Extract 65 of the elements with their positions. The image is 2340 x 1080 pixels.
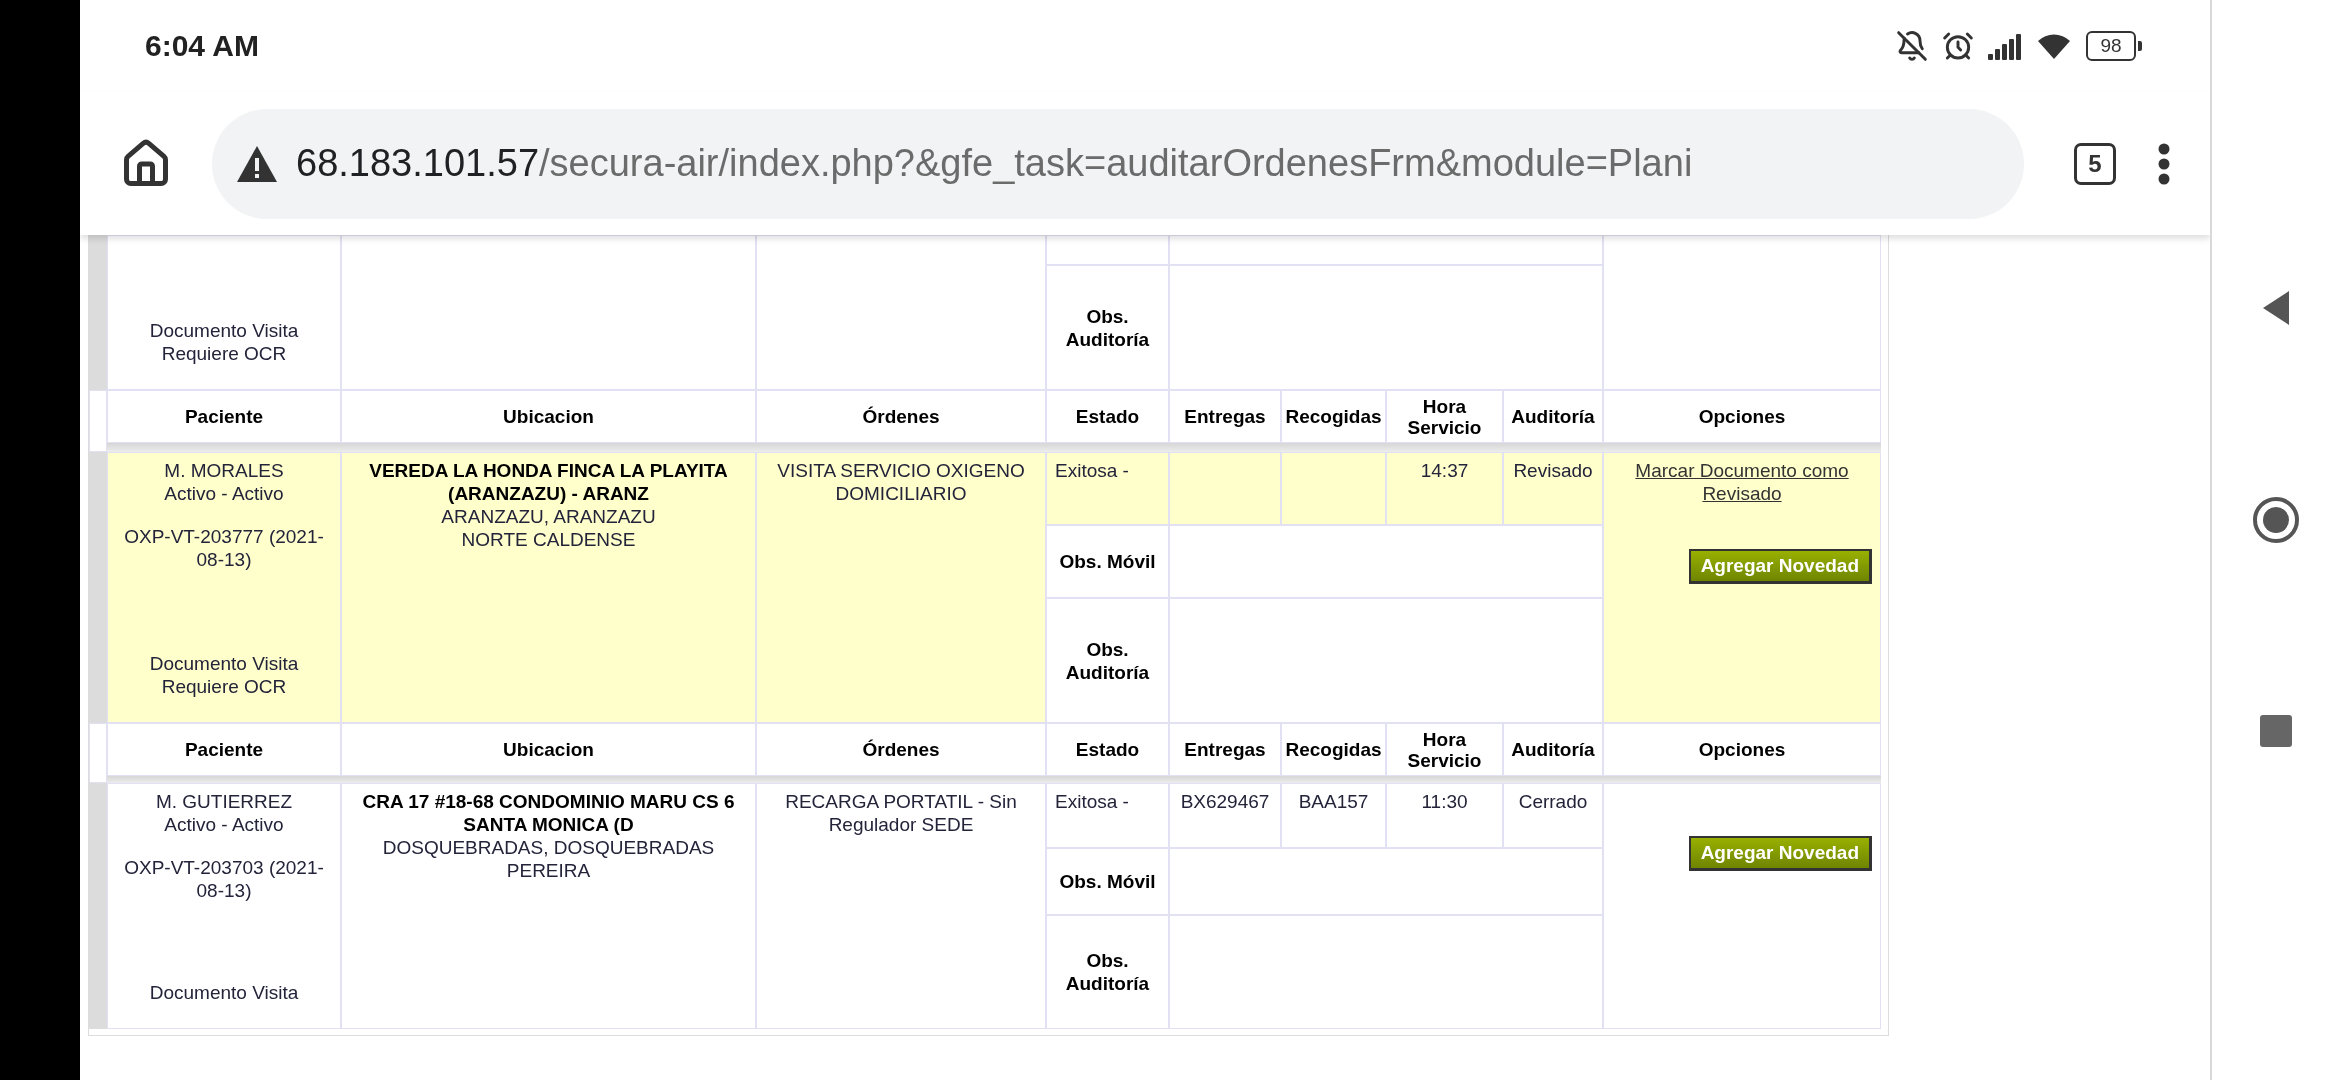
- mobile-notes-label: Obs. Móvil: [1046, 525, 1169, 598]
- tab-count-button[interactable]: 5: [2074, 142, 2116, 185]
- document-note: Documento Visita Requiere OCR: [148, 652, 300, 698]
- column-header: Opciones: [1603, 390, 1881, 443]
- audit-cell: Cerrado: [1503, 783, 1603, 848]
- column-header: Ubicacion: [341, 723, 756, 776]
- back-icon[interactable]: [2261, 290, 2291, 326]
- deliveries-cell: BX629467: [1169, 783, 1281, 848]
- menu-button[interactable]: [2158, 142, 2170, 185]
- document-note: Documento Visita Requiere OCR: [148, 319, 300, 365]
- status-cell: Exitosa -: [1046, 783, 1169, 848]
- clock-time: 6:04 AM: [145, 29, 259, 63]
- warning-icon: [236, 144, 278, 183]
- url-text: 68.183.101.57/secura-air/index.php?&gfe_task=auditarOrdenesFrm&module=Plani: [296, 142, 1693, 185]
- signal-icon: [1988, 32, 2022, 60]
- patient-status: Activo - Activo: [164, 813, 284, 836]
- city-text: DOSQUEBRADAS, DOSQUEBRADAS: [381, 836, 716, 859]
- order-id: OXP-VT-203703 (2021-08-13): [123, 856, 325, 902]
- muted-bell-icon: [1896, 30, 1928, 62]
- column-header: Órdenes: [756, 723, 1046, 776]
- column-header: Opciones: [1603, 723, 1881, 776]
- column-header: Entregas: [1169, 390, 1281, 443]
- audit-notes-label: Obs. Auditoría: [1046, 598, 1169, 723]
- column-header: Ubicacion: [341, 390, 756, 443]
- order-id: OXP-VT-203777 (2021-08-13): [123, 525, 325, 571]
- region-text: PEREIRA: [505, 859, 592, 882]
- column-header: Recogidas: [1281, 390, 1386, 443]
- patient-status: Activo - Activo: [164, 482, 284, 505]
- column-header: Paciente: [107, 390, 341, 443]
- city-text: ARANZAZU, ARANZAZU: [440, 505, 657, 528]
- column-header: Órdenes: [756, 390, 1046, 443]
- orders-cell: RECARGA PORTATIL - Sin Regulador SEDE: [756, 783, 1046, 1029]
- service-time-cell: 14:37: [1386, 452, 1503, 525]
- column-header: Entregas: [1169, 723, 1281, 776]
- column-header: Recogidas: [1281, 723, 1386, 776]
- address-bar[interactable]: 68.183.101.57/secura-air/index.php?&gfe_task=auditarOrdenesFrm&module=Plani: [212, 108, 2024, 219]
- service-time-cell: 11:30: [1386, 783, 1503, 848]
- column-header: Estado: [1046, 723, 1169, 776]
- patient-name: M. GUTIERREZ: [155, 790, 293, 813]
- wifi-icon: [2036, 32, 2072, 60]
- mark-reviewed-link[interactable]: Marcar Documento como Revisado: [1612, 459, 1872, 505]
- region-text: NORTE CALDENSE: [460, 528, 637, 551]
- column-header: Auditoría: [1503, 723, 1603, 776]
- patient-name: M. MORALES: [164, 459, 284, 482]
- menu-icon: [2158, 142, 2170, 185]
- recents-icon[interactable]: [2259, 714, 2293, 748]
- document-note: Documento Visita: [149, 981, 299, 1004]
- home-circle-icon[interactable]: [2252, 496, 2300, 544]
- table-cell: [89, 390, 107, 452]
- alarm-icon: [1942, 30, 1974, 62]
- audit-notes-label: Obs. Auditoría: [1046, 265, 1169, 390]
- address-text: CRA 17 #18-68 CONDOMINIO MARU CS 6 SANTA MONICA (D: [361, 790, 736, 836]
- address-text: VEREDA LA HONDA FINCA LA PLAYITA (ARANZAZU) - ARANZ: [368, 459, 729, 505]
- status-cell: Exitosa -: [1046, 452, 1169, 525]
- pickups-cell: BAA157: [1281, 783, 1386, 848]
- mobile-notes-label: Obs. Móvil: [1046, 848, 1169, 915]
- column-header: Hora Servicio: [1386, 723, 1503, 776]
- orders-cell: VISITA SERVICIO OXIGENO DOMICILIARIO: [756, 452, 1046, 723]
- column-header: Hora Servicio: [1386, 390, 1503, 443]
- audit-notes-label: Obs. Auditoría: [1046, 915, 1169, 1029]
- column-header: Paciente: [107, 723, 341, 776]
- audit-cell: Revisado: [1503, 452, 1603, 525]
- column-header: Estado: [1046, 390, 1169, 443]
- table-cell: [89, 723, 107, 783]
- column-header: Auditoría: [1503, 390, 1603, 443]
